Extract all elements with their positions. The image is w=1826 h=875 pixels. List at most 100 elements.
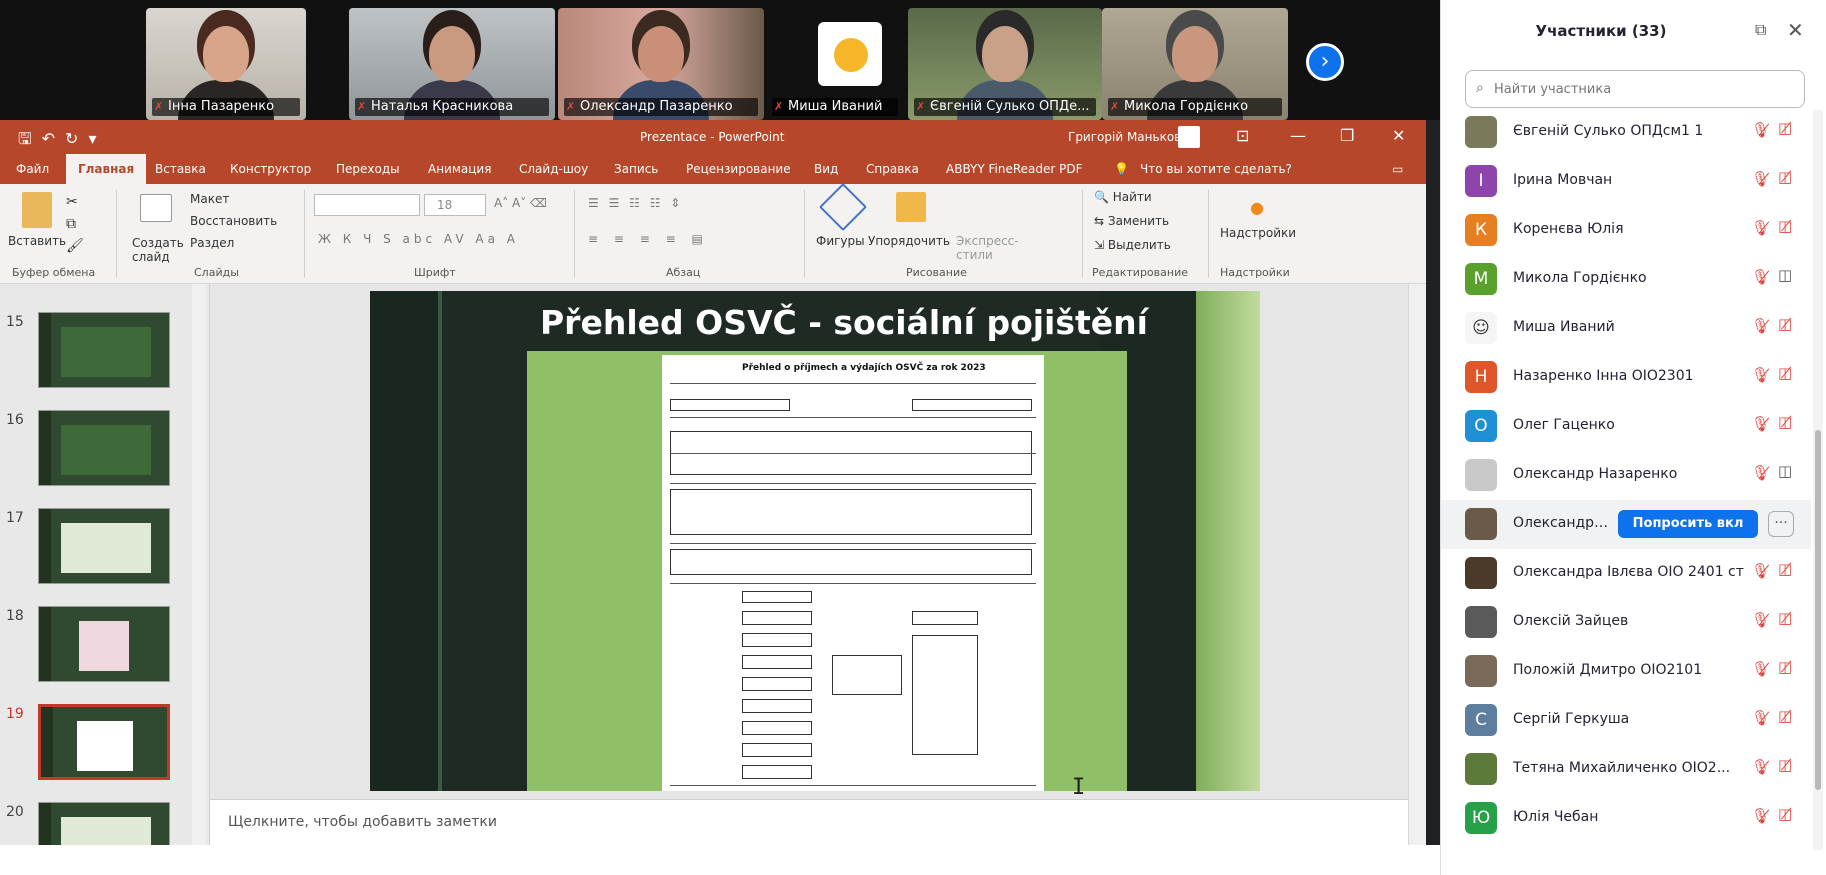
tab-help[interactable]: Справка [866, 162, 919, 176]
quick-access-toolbar[interactable]: 🖫↶↻▾ [18, 128, 106, 155]
participant-row[interactable]: С Сергій Геркуша 🎙︎̸ ◫̸ [1441, 696, 1811, 745]
font-style-buttons[interactable]: Ж К Ч S abc AV Aa A [318, 232, 519, 246]
font-size-combobox[interactable]: 18 [424, 194, 486, 216]
participant-row[interactable]: К Коренєва Юлія 🎙︎̸ ◫̸ [1441, 206, 1811, 255]
tab-slideshow[interactable]: Слайд-шоу [519, 162, 588, 176]
slide-thumbnail[interactable] [38, 606, 170, 682]
find-button[interactable]: 🔍 Найти [1094, 190, 1152, 204]
close-panel-icon[interactable]: ✕ [1787, 18, 1804, 42]
participant-row[interactable]: M Микола Гордієнко 🎙︎̸ ◫ [1441, 255, 1811, 304]
participant-row[interactable]: I Ірина Мовчан 🎙︎̸ ◫̸ [1441, 157, 1811, 206]
cut-icon[interactable]: ✂ [66, 194, 78, 210]
ask-to-start-video-button[interactable]: Попросить вкл [1618, 510, 1758, 538]
participant-row[interactable]: Тетяна Михайличенко ОІО2... 🎙︎̸ ◫̸ [1441, 745, 1811, 794]
tab-file[interactable]: Файл [16, 162, 49, 176]
lightbulb-icon: 💡 [1114, 162, 1129, 176]
participant-row[interactable]: Олександра Івлєва ОІО 2401 ст 🎙︎̸ ◫̸ [1441, 549, 1811, 598]
section-button[interactable]: Раздел [190, 236, 234, 250]
more-options-button[interactable]: ··· [1768, 511, 1794, 537]
participant-search[interactable]: ⌕ [1465, 70, 1805, 108]
participants-scrollbar[interactable] [1813, 110, 1823, 850]
video-tile-name: Євгеній Сулько ОПДе... [914, 98, 1096, 116]
video-tile-active-speaker[interactable]: ✗ Наталья Красникова [349, 8, 555, 120]
tab-design[interactable]: Конструктор [230, 162, 311, 176]
select-button[interactable]: ⇲ Выделить [1094, 238, 1171, 252]
ribbon-display-icon[interactable]: ⊡ [1236, 126, 1249, 145]
mic-muted-icon: 🎙︎̸ [1751, 366, 1771, 384]
thumbnail-scrollbar[interactable] [192, 284, 206, 845]
account-avatar[interactable] [1178, 126, 1200, 148]
current-slide[interactable]: Přehled OSVČ - sociální pojištění Přehle… [370, 291, 1260, 791]
participant-row[interactable]: Євгеній Сулько ОПДсм1 1 🎙︎̸ ◫̸ [1441, 108, 1811, 157]
video-tile[interactable]: ✗ Інна Пазаренко [146, 8, 306, 120]
slide-editor: Přehled OSVČ - sociální pojištění Přehle… [210, 284, 1408, 799]
participant-row[interactable]: Положій Дмитро ОІО2101 🎙︎̸ ◫̸ [1441, 647, 1811, 696]
slide-thumbnail[interactable] [38, 410, 170, 486]
replace-button[interactable]: ⇆ Заменить [1094, 214, 1169, 228]
layout-button[interactable]: Макет [190, 192, 229, 206]
participant-search-input[interactable] [1494, 78, 1794, 100]
participant-row[interactable]: Ю Юлія Чебан 🎙︎̸ ◫̸ [1441, 794, 1811, 843]
video-tile[interactable]: ✗ Микола Гордієнко [1102, 8, 1288, 120]
avatar: Н [1465, 361, 1497, 393]
slide-thumbnail[interactable] [38, 508, 170, 584]
video-tile[interactable]: ✗ Євгеній Сулько ОПДе... [908, 8, 1102, 120]
comments-icon[interactable]: ▭ [1392, 162, 1403, 176]
participant-name: Олексій Зайцев [1513, 613, 1629, 629]
pop-out-icon[interactable]: ⧉ [1755, 20, 1766, 40]
slide-title[interactable]: Přehled OSVČ - sociální pojištění [540, 303, 1148, 342]
editor-scrollbar[interactable] [1408, 284, 1426, 845]
minimize-icon[interactable]: — [1290, 126, 1306, 145]
zoom-meeting-window: ✗ Інна Пазаренко ✗ Наталья Красникова ✗ … [0, 0, 1826, 875]
scrollbar-thumb[interactable] [1815, 430, 1821, 790]
video-tile[interactable]: ✗ Миша Иваний [766, 8, 904, 120]
reset-button[interactable]: Восстановить [190, 214, 277, 228]
font-name-combobox[interactable] [314, 194, 420, 216]
new-slide-button[interactable]: Создать слайд [132, 236, 184, 264]
tab-view[interactable]: Вид [814, 162, 838, 176]
quick-styles-button[interactable]: Экспресс-стили [956, 234, 1019, 262]
notes-pane[interactable]: Щелкните, чтобы добавить заметки [210, 799, 1408, 845]
participant-row[interactable]: Н Назаренко Інна ОІО2301 🎙︎̸ ◫̸ [1441, 353, 1811, 402]
video-tile[interactable]: ✗ Олександр Пазаренко [558, 8, 764, 120]
paste-button[interactable]: Вставить [8, 234, 66, 248]
tab-home[interactable]: Главная [66, 154, 147, 184]
participant-row-hovered[interactable]: Олександра Г... Попросить вкл ··· [1441, 500, 1811, 549]
slide-thumbnail-selected[interactable] [38, 704, 170, 780]
tab-review[interactable]: Рецензирование [686, 162, 791, 176]
participant-name: Микола Гордієнко [1513, 270, 1647, 286]
restore-icon[interactable]: ❐ [1340, 126, 1354, 145]
list-buttons[interactable]: ☰ ☰ ☷ ☷ ⇕ [588, 196, 683, 210]
arrange-button[interactable]: Упорядочить [868, 234, 950, 248]
participant-row[interactable]: Олександр Назаренко 🎙︎̸ ◫ [1441, 451, 1811, 500]
shapes-button[interactable]: Фигуры [816, 234, 865, 248]
tab-transitions[interactable]: Переходы [336, 162, 400, 176]
slide-decoration [1196, 291, 1260, 791]
camera-off-icon: ◫̸ [1778, 413, 1793, 431]
next-videos-button[interactable]: › [1306, 43, 1344, 81]
tab-insert[interactable]: Вставка [155, 162, 206, 176]
slide-thumbnail[interactable] [38, 312, 170, 388]
font-grow-shrink[interactable]: A˄ A˅ ⌫ [494, 196, 547, 210]
slide-number: 17 [6, 510, 24, 526]
addins-icon: ● [1250, 198, 1264, 217]
slide-number: 20 [6, 804, 24, 820]
mic-muted-icon: ✗ [154, 100, 164, 113]
close-icon[interactable]: ✕ [1392, 126, 1405, 145]
tab-animations[interactable]: Анимация [428, 162, 491, 176]
ribbon-separator [116, 190, 117, 278]
slide-number: 18 [6, 608, 24, 624]
tab-abbyy[interactable]: ABBYY FineReader PDF [946, 162, 1083, 176]
mic-muted-icon: 🎙︎̸ [1751, 268, 1771, 286]
copy-icon[interactable]: ⧉ [66, 216, 76, 232]
participant-row[interactable]: ☺ Миша Иваний 🎙︎̸ ◫̸ [1441, 304, 1811, 353]
tab-record[interactable]: Запись [614, 162, 658, 176]
camera-off-icon: ◫̸ [1778, 609, 1793, 627]
account-name[interactable]: Григорій Маньков [1068, 130, 1181, 144]
alignment-buttons[interactable]: ≡ ≡ ≡ ≡ ▤ [588, 232, 709, 246]
addins-button[interactable]: Надстройки [1220, 226, 1296, 240]
format-painter-icon[interactable]: 🖌 [66, 238, 84, 254]
participant-row[interactable]: Олексій Зайцев 🎙︎̸ ◫̸ [1441, 598, 1811, 647]
participant-row[interactable]: О Олег Гаценко 🎙︎̸ ◫̸ [1441, 402, 1811, 451]
tell-me-search[interactable]: Что вы хотите сделать? [1140, 162, 1292, 176]
